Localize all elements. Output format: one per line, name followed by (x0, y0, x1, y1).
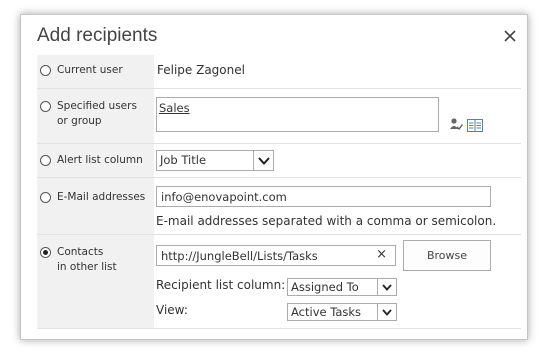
email-addresses-value: info@enovapoint.com (161, 190, 287, 204)
current-user-name: Felipe Zagonel (157, 63, 245, 77)
contacts-label: Contacts in other list (57, 245, 117, 275)
people-picker-entry[interactable]: Sales (159, 101, 190, 115)
dialog-title: Add recipients (37, 25, 158, 46)
check-names-icon[interactable] (449, 116, 464, 130)
label-cell (37, 178, 154, 234)
list-url-value: http://JungleBell/Lists/Tasks (161, 249, 318, 263)
contacts-label-line1: Contacts (57, 246, 104, 258)
people-picker-input[interactable]: Sales (156, 97, 439, 132)
current-user-label: Current user (57, 64, 123, 76)
clear-icon[interactable]: × (376, 247, 387, 262)
close-icon[interactable] (503, 28, 517, 42)
email-addresses-hint: E-mail addresses separated with a comma … (156, 214, 497, 228)
specified-users-label-line1: Specified users (57, 100, 137, 112)
alert-list-column-radio[interactable] (40, 155, 51, 166)
recipient-list-column-value: Assigned To (291, 280, 359, 294)
chevron-down-icon[interactable] (377, 279, 396, 295)
address-book-icon[interactable] (467, 117, 483, 132)
row-current-user: Current user Felipe Zagonel (37, 55, 521, 89)
specified-users-label: Specified users or group (57, 99, 137, 129)
contacts-label-line2: in other list (57, 261, 117, 273)
specified-users-label-line2: or group (57, 115, 102, 127)
row-contacts: Contacts in other list http://JungleBell… (37, 235, 521, 329)
row-alert-list-column: Alert list column Job Title (37, 144, 521, 178)
current-user-radio[interactable] (40, 65, 51, 76)
view-select[interactable]: Active Tasks (287, 303, 397, 321)
row-specified-users: Specified users or group Sales (37, 89, 521, 144)
email-addresses-label: E-Mail addresses (57, 191, 146, 203)
recipient-list-column-select[interactable]: Assigned To (287, 278, 397, 296)
recipient-list-column-label: Recipient list column: (156, 278, 286, 292)
row-email-addresses: E-Mail addresses info@enovapoint.com E-m… (37, 178, 521, 235)
list-url-input[interactable]: http://JungleBell/Lists/Tasks × (156, 245, 396, 266)
email-addresses-input[interactable]: info@enovapoint.com (156, 186, 491, 207)
email-addresses-radio[interactable] (40, 192, 51, 203)
alert-list-column-value: Job Title (160, 153, 207, 167)
alert-list-column-label: Alert list column (57, 154, 143, 166)
browse-button[interactable]: Browse (403, 240, 491, 271)
view-label: View: (156, 303, 188, 317)
add-recipients-dialog: Add recipients Current user Felipe Zagon… (20, 14, 528, 340)
contacts-radio[interactable] (40, 247, 51, 258)
chevron-down-icon[interactable] (377, 304, 396, 320)
specified-users-radio[interactable] (40, 101, 51, 112)
chevron-down-icon[interactable] (253, 151, 273, 170)
view-value: Active Tasks (291, 305, 362, 319)
alert-list-column-select[interactable]: Job Title (156, 150, 274, 171)
